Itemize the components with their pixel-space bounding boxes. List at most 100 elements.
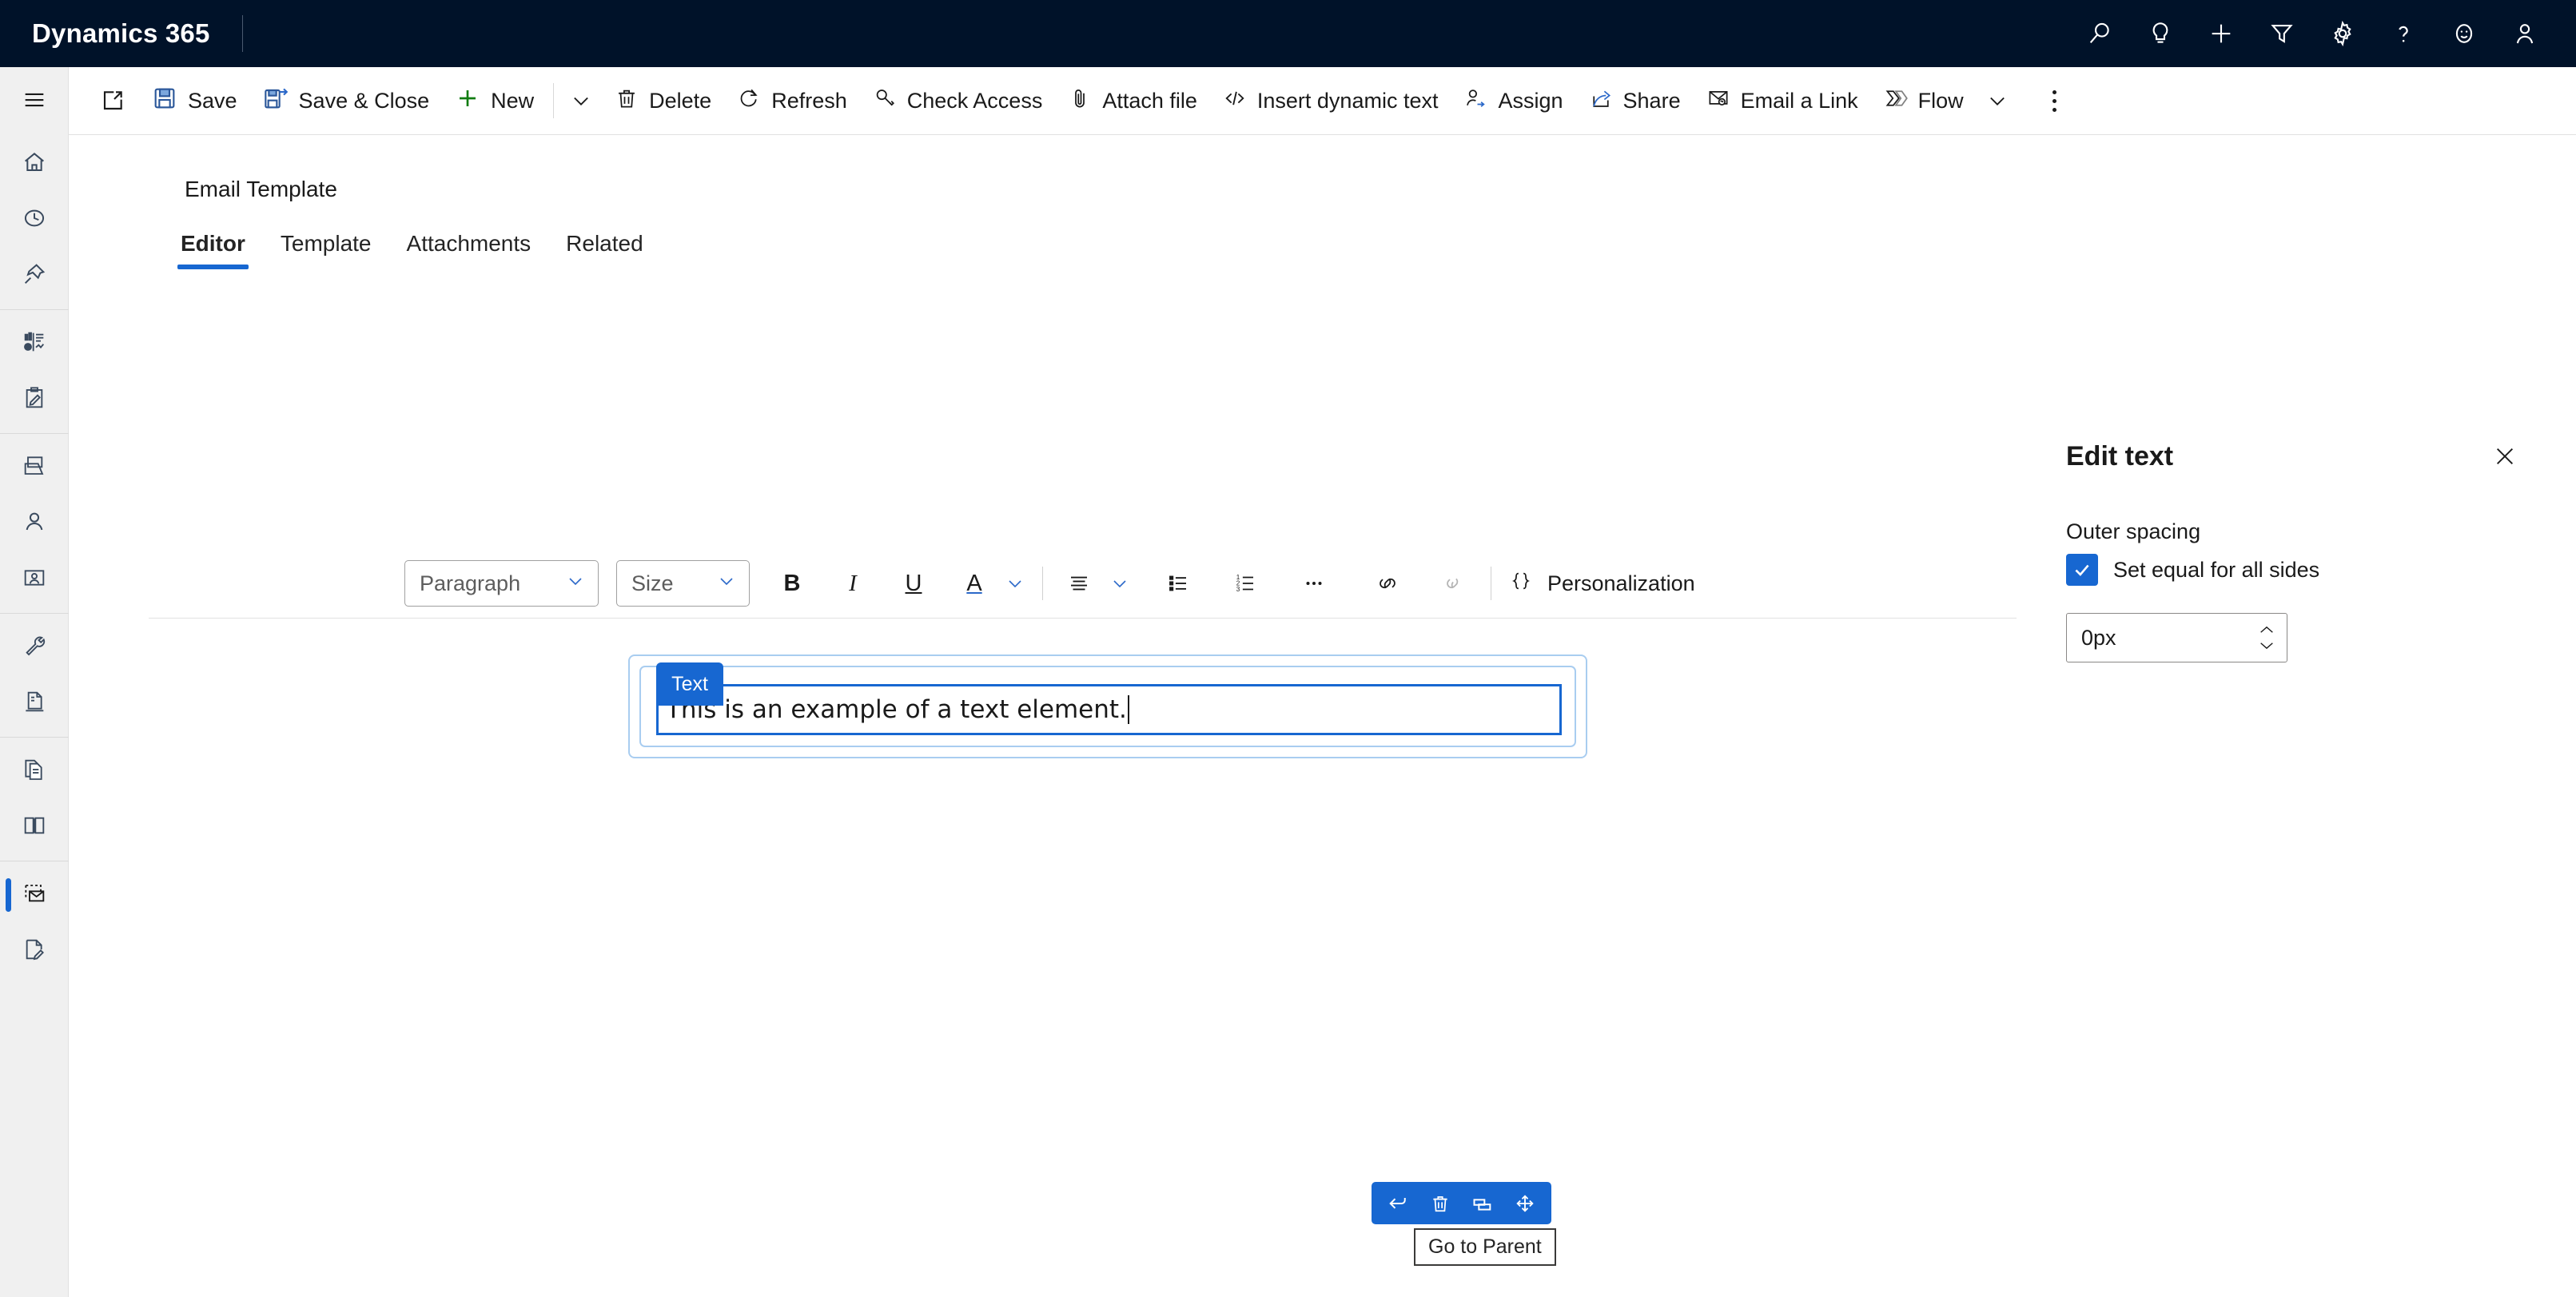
italic-button[interactable]: I	[828, 560, 878, 607]
align-chevron-icon[interactable]	[1104, 560, 1136, 607]
new-label: New	[491, 88, 535, 113]
sidebar-item-accounts[interactable]	[0, 440, 69, 495]
sidebar-item-pinned[interactable]	[0, 248, 69, 304]
tab-attachments[interactable]: Attachments	[389, 231, 549, 269]
save-close-button[interactable]: Save & Close	[250, 67, 443, 135]
email-link-button[interactable]: Email a Link	[1694, 67, 1871, 135]
font-size-select[interactable]: Size	[616, 560, 750, 607]
search-icon[interactable]	[2069, 0, 2130, 67]
chevron-down-icon	[2260, 643, 2273, 650]
move-element-button[interactable]	[1506, 1182, 1544, 1224]
insert-dynamic-text-button[interactable]: Insert dynamic text	[1210, 67, 1451, 135]
delete-label: Delete	[649, 88, 712, 113]
sidebar-item-document-edit[interactable]	[0, 923, 69, 979]
text-caret	[1127, 695, 1129, 724]
share-button[interactable]: Share	[1576, 67, 1694, 135]
sidebar-item-recent[interactable]	[0, 192, 69, 248]
sidebar-item-contacts[interactable]	[0, 495, 69, 551]
sidebar-item-home[interactable]	[0, 136, 69, 192]
save-button[interactable]: Save	[139, 67, 250, 135]
close-icon[interactable]	[2488, 440, 2522, 473]
bold-button[interactable]: B	[767, 560, 817, 607]
dashboard-icon	[22, 329, 47, 359]
delete-button[interactable]: Delete	[602, 67, 724, 135]
refresh-button[interactable]: Refresh	[724, 67, 860, 135]
outer-spacing-stepper[interactable]: 0px	[2066, 613, 2287, 662]
help-icon[interactable]	[2373, 0, 2434, 67]
home-icon	[22, 149, 47, 179]
save-close-icon	[263, 86, 289, 117]
command-bar: Save Save & Close New Delete Refresh Che…	[0, 66, 2576, 135]
attach-file-button[interactable]: Attach file	[1055, 67, 1210, 135]
text-element[interactable]: This is an example of a text element.	[656, 684, 1562, 735]
app-header: Dynamics 365	[0, 0, 2576, 67]
paragraph-style-select[interactable]: Paragraph	[404, 560, 599, 607]
personalization-button[interactable]: Personalization	[1503, 569, 1695, 599]
contact-card-icon	[22, 565, 47, 595]
insert-link-button[interactable]	[1363, 560, 1412, 607]
sidebar-item-dashboards[interactable]	[0, 316, 69, 372]
delete-element-button[interactable]	[1421, 1182, 1459, 1224]
flow-dropdown-chevron-icon[interactable]	[1977, 67, 2018, 135]
filter-icon[interactable]	[2252, 0, 2312, 67]
check-access-button[interactable]: Check Access	[860, 67, 1056, 135]
sidebar-item-activities[interactable]	[0, 372, 69, 428]
set-equal-all-sides-checkbox[interactable]: Set equal for all sides	[2066, 554, 2319, 586]
paragraph-style-value: Paragraph	[420, 571, 521, 595]
element-toolbar	[1372, 1182, 1551, 1224]
plus-icon	[455, 86, 480, 117]
assign-icon	[1463, 86, 1487, 116]
numbered-list-button[interactable]: 123	[1220, 560, 1270, 607]
sidebar-divider	[0, 737, 69, 738]
duplicate-element-button[interactable]	[1463, 1182, 1502, 1224]
sidebar-item-documents[interactable]	[0, 743, 69, 799]
person-icon	[22, 509, 47, 539]
sidebar-divider	[0, 613, 69, 614]
new-button[interactable]: New	[442, 67, 547, 135]
go-to-parent-button[interactable]	[1379, 1182, 1417, 1224]
save-icon	[152, 86, 177, 117]
font-color-button[interactable]: A	[950, 560, 999, 607]
command-overflow-button[interactable]	[2031, 67, 2079, 135]
lightbulb-icon[interactable]	[2130, 0, 2191, 67]
code-icon	[1223, 86, 1247, 116]
remove-link-button[interactable]	[1430, 560, 1479, 607]
chevron-down-icon	[566, 571, 585, 596]
command-divider	[553, 83, 555, 118]
more-options-button[interactable]	[1289, 560, 1339, 607]
person-icon[interactable]	[2494, 0, 2555, 67]
left-sidebar	[0, 67, 69, 1297]
hamburger-icon	[21, 86, 48, 117]
more-vertical-icon	[2052, 90, 2057, 112]
sidebar-item-knowledge[interactable]	[0, 799, 69, 855]
header-icon-group	[2069, 0, 2576, 67]
tab-related[interactable]: Related	[548, 231, 661, 269]
insert-dynamic-text-label: Insert dynamic text	[1256, 88, 1439, 113]
stepper-arrows[interactable]	[2258, 625, 2275, 650]
tab-template[interactable]: Template	[263, 231, 389, 269]
bulleted-list-button[interactable]	[1153, 560, 1203, 607]
outer-spacing-value: 0px	[2081, 625, 2116, 650]
new-dropdown-chevron-icon[interactable]	[560, 67, 602, 135]
open-new-window-button[interactable]	[86, 67, 139, 135]
gear-icon[interactable]	[2312, 0, 2373, 67]
sidebar-item-email-templates[interactable]	[0, 867, 69, 923]
flow-button[interactable]: Flow	[1871, 67, 1977, 135]
checkbox-checked-icon	[2066, 554, 2098, 586]
tab-editor[interactable]: Editor	[163, 231, 263, 269]
assign-button[interactable]: Assign	[1451, 67, 1575, 135]
site-map-button[interactable]	[0, 67, 69, 136]
font-color-chevron-icon[interactable]	[999, 560, 1031, 607]
personalization-label: Personalization	[1547, 571, 1695, 595]
sidebar-item-settings[interactable]	[0, 619, 69, 675]
underline-button[interactable]: U	[889, 560, 938, 607]
trash-icon	[615, 86, 639, 116]
smiley-icon[interactable]	[2434, 0, 2494, 67]
text-element-badge: Text	[656, 662, 723, 706]
plus-icon[interactable]	[2191, 0, 2252, 67]
sidebar-item-leads[interactable]	[0, 551, 69, 607]
chevron-down-icon	[717, 571, 736, 596]
sidebar-item-export[interactable]	[0, 675, 69, 731]
font-color-label: A	[966, 570, 982, 596]
align-button[interactable]	[1054, 560, 1104, 607]
